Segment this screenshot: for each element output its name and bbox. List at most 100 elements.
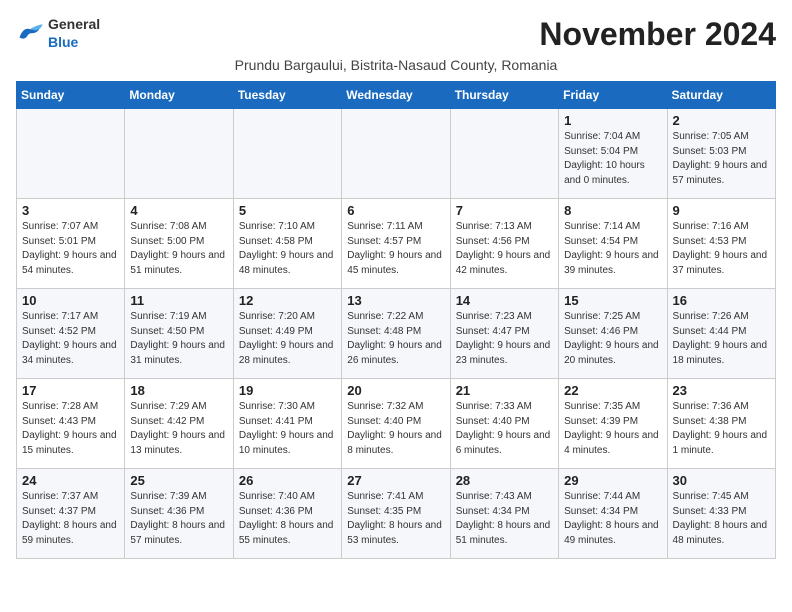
sunset-text: Sunset: 4:52 PM — [22, 326, 96, 337]
logo-bird-icon — [16, 23, 44, 45]
sunrise-text: Sunrise: 7:29 AM — [130, 401, 206, 412]
daylight-text: Daylight: 9 hours and 6 minutes. — [456, 430, 551, 456]
daylight-text: Daylight: 8 hours and 51 minutes. — [456, 520, 551, 546]
daylight-text: Daylight: 9 hours and 39 minutes. — [564, 250, 659, 276]
daylight-text: Daylight: 9 hours and 48 minutes. — [239, 250, 334, 276]
day-number: 1 — [564, 113, 661, 128]
day-number: 18 — [130, 383, 227, 398]
day-info: Sunrise: 7:32 AM Sunset: 4:40 PM Dayligh… — [347, 400, 444, 458]
daylight-text: Daylight: 8 hours and 49 minutes. — [564, 520, 659, 546]
sunrise-text: Sunrise: 7:07 AM — [22, 221, 98, 232]
day-number: 29 — [564, 473, 661, 488]
day-info: Sunrise: 7:22 AM Sunset: 4:48 PM Dayligh… — [347, 310, 444, 368]
daylight-text: Daylight: 9 hours and 42 minutes. — [456, 250, 551, 276]
sunrise-text: Sunrise: 7:11 AM — [347, 221, 422, 232]
location-title: Prundu Bargaului, Bistrita-Nasaud County… — [16, 57, 776, 73]
sunrise-text: Sunrise: 7:28 AM — [22, 401, 98, 412]
daylight-text: Daylight: 9 hours and 13 minutes. — [130, 430, 225, 456]
calendar-day-cell: 30 Sunrise: 7:45 AM Sunset: 4:33 PM Dayl… — [667, 469, 775, 559]
day-number: 10 — [22, 293, 119, 308]
day-info: Sunrise: 7:40 AM Sunset: 4:36 PM Dayligh… — [239, 490, 336, 548]
sunrise-text: Sunrise: 7:35 AM — [564, 401, 640, 412]
sunset-text: Sunset: 4:54 PM — [564, 236, 638, 247]
calendar-day-cell: 12 Sunrise: 7:20 AM Sunset: 4:49 PM Dayl… — [233, 289, 341, 379]
header-saturday: Saturday — [667, 82, 775, 109]
day-number: 14 — [456, 293, 553, 308]
calendar-day-cell: 18 Sunrise: 7:29 AM Sunset: 4:42 PM Dayl… — [125, 379, 233, 469]
sunset-text: Sunset: 4:49 PM — [239, 326, 313, 337]
sunset-text: Sunset: 4:42 PM — [130, 416, 204, 427]
daylight-text: Daylight: 9 hours and 23 minutes. — [456, 340, 551, 366]
sunset-text: Sunset: 5:03 PM — [673, 146, 747, 157]
daylight-text: Daylight: 9 hours and 54 minutes. — [22, 250, 117, 276]
header: General Blue November 2024 — [16, 16, 776, 53]
day-number: 27 — [347, 473, 444, 488]
day-info: Sunrise: 7:17 AM Sunset: 4:52 PM Dayligh… — [22, 310, 119, 368]
daylight-text: Daylight: 8 hours and 59 minutes. — [22, 520, 117, 546]
day-info: Sunrise: 7:25 AM Sunset: 4:46 PM Dayligh… — [564, 310, 661, 368]
daylight-text: Daylight: 9 hours and 4 minutes. — [564, 430, 659, 456]
sunrise-text: Sunrise: 7:30 AM — [239, 401, 315, 412]
daylight-text: Daylight: 9 hours and 37 minutes. — [673, 250, 768, 276]
day-number: 20 — [347, 383, 444, 398]
sunrise-text: Sunrise: 7:22 AM — [347, 311, 423, 322]
sunset-text: Sunset: 4:44 PM — [673, 326, 747, 337]
calendar-day-cell: 23 Sunrise: 7:36 AM Sunset: 4:38 PM Dayl… — [667, 379, 775, 469]
calendar-day-cell: 29 Sunrise: 7:44 AM Sunset: 4:34 PM Dayl… — [559, 469, 667, 559]
day-number: 30 — [673, 473, 770, 488]
calendar-container: General Blue November 2024 Prundu Bargau… — [16, 16, 776, 559]
calendar-day-cell: 14 Sunrise: 7:23 AM Sunset: 4:47 PM Dayl… — [450, 289, 558, 379]
sunrise-text: Sunrise: 7:43 AM — [456, 491, 532, 502]
day-number: 24 — [22, 473, 119, 488]
calendar-day-cell: 26 Sunrise: 7:40 AM Sunset: 4:36 PM Dayl… — [233, 469, 341, 559]
sunset-text: Sunset: 5:01 PM — [22, 236, 96, 247]
calendar-day-cell: 15 Sunrise: 7:25 AM Sunset: 4:46 PM Dayl… — [559, 289, 667, 379]
header-monday: Monday — [125, 82, 233, 109]
day-number: 26 — [239, 473, 336, 488]
daylight-text: Daylight: 9 hours and 34 minutes. — [22, 340, 117, 366]
sunrise-text: Sunrise: 7:36 AM — [673, 401, 749, 412]
calendar-day-cell: 19 Sunrise: 7:30 AM Sunset: 4:41 PM Dayl… — [233, 379, 341, 469]
day-info: Sunrise: 7:28 AM Sunset: 4:43 PM Dayligh… — [22, 400, 119, 458]
sunrise-text: Sunrise: 7:45 AM — [673, 491, 749, 502]
sunset-text: Sunset: 4:37 PM — [22, 506, 96, 517]
daylight-text: Daylight: 9 hours and 31 minutes. — [130, 340, 225, 366]
sunset-text: Sunset: 4:57 PM — [347, 236, 421, 247]
calendar-day-cell: 11 Sunrise: 7:19 AM Sunset: 4:50 PM Dayl… — [125, 289, 233, 379]
sunrise-text: Sunrise: 7:23 AM — [456, 311, 532, 322]
sunrise-text: Sunrise: 7:32 AM — [347, 401, 423, 412]
day-info: Sunrise: 7:13 AM Sunset: 4:56 PM Dayligh… — [456, 220, 553, 278]
calendar-day-cell: 9 Sunrise: 7:16 AM Sunset: 4:53 PM Dayli… — [667, 199, 775, 289]
daylight-text: Daylight: 9 hours and 10 minutes. — [239, 430, 334, 456]
sunrise-text: Sunrise: 7:33 AM — [456, 401, 532, 412]
sunset-text: Sunset: 5:00 PM — [130, 236, 204, 247]
daylight-text: Daylight: 8 hours and 55 minutes. — [239, 520, 334, 546]
calendar-day-cell: 27 Sunrise: 7:41 AM Sunset: 4:35 PM Dayl… — [342, 469, 450, 559]
day-number: 19 — [239, 383, 336, 398]
calendar-week-row: 1 Sunrise: 7:04 AM Sunset: 5:04 PM Dayli… — [17, 109, 776, 199]
sunset-text: Sunset: 4:38 PM — [673, 416, 747, 427]
sunrise-text: Sunrise: 7:08 AM — [130, 221, 206, 232]
sunset-text: Sunset: 4:50 PM — [130, 326, 204, 337]
daylight-text: Daylight: 9 hours and 51 minutes. — [130, 250, 225, 276]
calendar-day-cell — [125, 109, 233, 199]
logo-blue: Blue — [48, 34, 78, 50]
logo-general: General — [48, 16, 100, 32]
daylight-text: Daylight: 9 hours and 28 minutes. — [239, 340, 334, 366]
calendar-week-row: 10 Sunrise: 7:17 AM Sunset: 4:52 PM Dayl… — [17, 289, 776, 379]
sunrise-text: Sunrise: 7:13 AM — [456, 221, 532, 232]
daylight-text: Daylight: 9 hours and 57 minutes. — [673, 160, 768, 186]
sunset-text: Sunset: 4:34 PM — [456, 506, 530, 517]
calendar-day-cell: 7 Sunrise: 7:13 AM Sunset: 4:56 PM Dayli… — [450, 199, 558, 289]
header-wednesday: Wednesday — [342, 82, 450, 109]
daylight-text: Daylight: 9 hours and 20 minutes. — [564, 340, 659, 366]
calendar-day-cell — [450, 109, 558, 199]
weekday-header-row: Sunday Monday Tuesday Wednesday Thursday… — [17, 82, 776, 109]
calendar-day-cell: 17 Sunrise: 7:28 AM Sunset: 4:43 PM Dayl… — [17, 379, 125, 469]
sunrise-text: Sunrise: 7:05 AM — [673, 131, 749, 142]
day-info: Sunrise: 7:08 AM Sunset: 5:00 PM Dayligh… — [130, 220, 227, 278]
sunset-text: Sunset: 4:39 PM — [564, 416, 638, 427]
day-number: 9 — [673, 203, 770, 218]
calendar-day-cell — [342, 109, 450, 199]
day-info: Sunrise: 7:26 AM Sunset: 4:44 PM Dayligh… — [673, 310, 770, 368]
